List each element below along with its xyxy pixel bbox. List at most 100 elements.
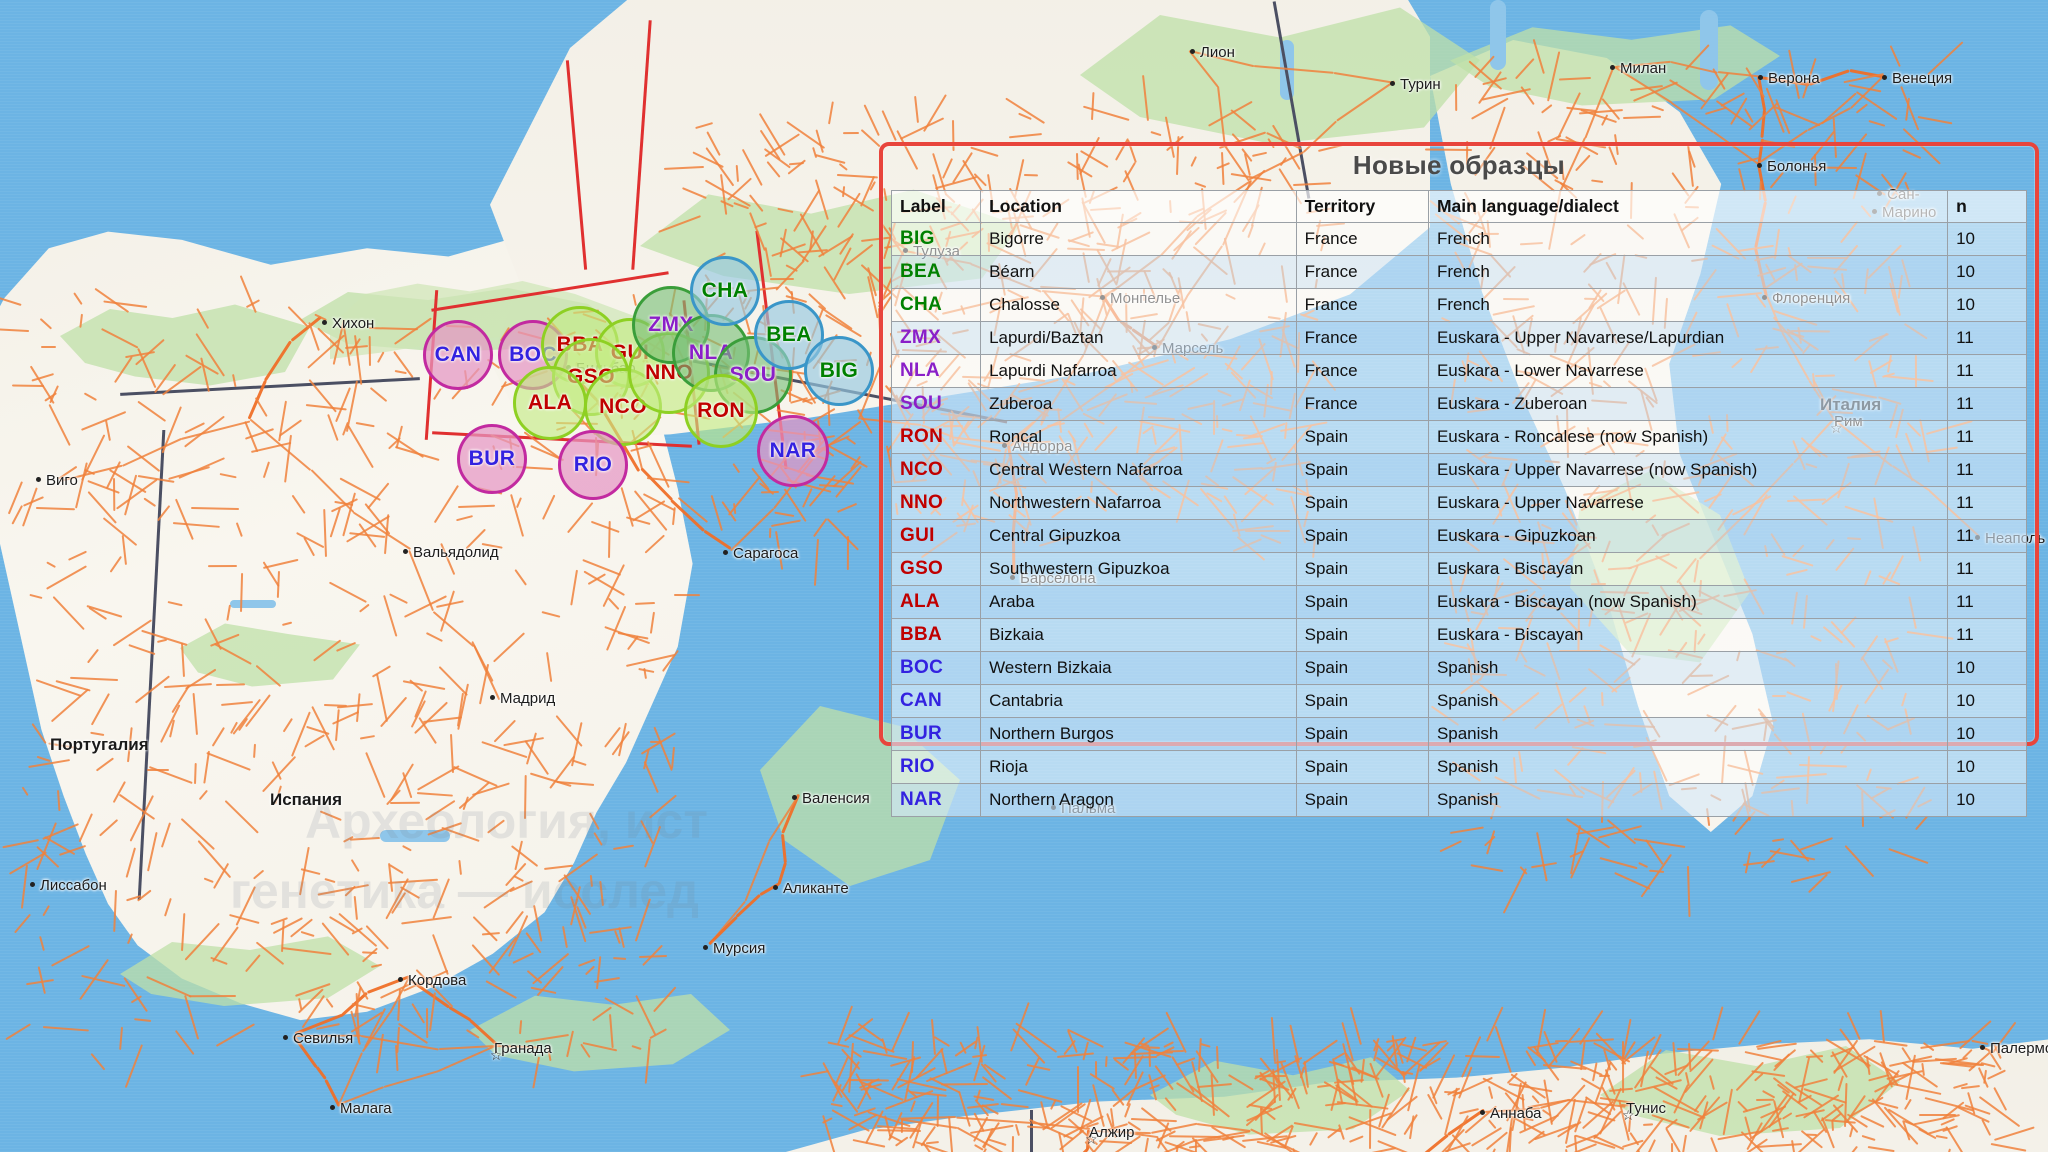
map-marker-cha[interactable]: CHA — [690, 256, 760, 326]
cell-n: 11 — [1948, 322, 2027, 355]
cell-label: BOC — [892, 652, 981, 685]
table-row: BIGBigorreFranceFrench10 — [892, 223, 2027, 256]
city-name: Аннаба — [1490, 1105, 1542, 1122]
city-name: Кордова — [408, 972, 466, 989]
map-marker-ala[interactable]: ALA — [513, 366, 587, 440]
cell-label: GUI — [892, 520, 981, 553]
map-marker-big[interactable]: BIG — [804, 336, 874, 406]
city-dot-icon — [792, 795, 797, 800]
table-row: ZMXLapurdi/BaztanFranceEuskara - Upper N… — [892, 322, 2027, 355]
road-segment — [1756, 1099, 1774, 1101]
map-marker-ron[interactable]: RON — [684, 374, 758, 448]
cell-location: Rioja — [981, 751, 1297, 784]
cell-territory: Spain — [1296, 718, 1428, 751]
cell-label: CHA — [892, 289, 981, 322]
cell-location: Central Western Nafarroa — [981, 454, 1297, 487]
map-marker-nar[interactable]: NAR — [757, 415, 829, 487]
samples-table-body: BIGBigorreFranceFrench10BEABéarnFranceFr… — [892, 223, 2027, 817]
city-label: Хихон — [322, 315, 374, 332]
samples-table: Label Location Territory Main language/d… — [891, 190, 2027, 817]
table-row: NLALapurdi NafarroaFranceEuskara - Lower… — [892, 355, 2027, 388]
cell-n: 11 — [1948, 487, 2027, 520]
city-name: Тунис — [1626, 1100, 1666, 1117]
marker-label: ALA — [528, 391, 572, 415]
city-name: Венеция — [1892, 70, 1952, 87]
cell-label: BUR — [892, 718, 981, 751]
cell-location: Western Bizkaia — [981, 652, 1297, 685]
table-header-row: Label Location Territory Main language/d… — [892, 191, 2027, 223]
city-name: Малага — [340, 1100, 392, 1117]
cell-language: Euskara - Roncalese (now Spanish) — [1428, 421, 1947, 454]
cell-label: NNO — [892, 487, 981, 520]
cell-language: French — [1428, 289, 1947, 322]
table-row: BURNorthern BurgosSpainSpanish10 — [892, 718, 2027, 751]
cell-n: 10 — [1948, 718, 2027, 751]
road-segment — [1599, 1075, 1610, 1077]
cell-location: Northwestern Nafarroa — [981, 487, 1297, 520]
road-segment — [368, 336, 370, 366]
city-name: Палермо — [1990, 1040, 2048, 1057]
city-dot-icon — [1610, 65, 1615, 70]
cell-n: 11 — [1948, 355, 2027, 388]
map-marker-rio[interactable]: RIO — [558, 430, 628, 500]
road-segment — [771, 278, 795, 280]
table-row: NCOCentral Western NafarroaSpainEuskara … — [892, 454, 2027, 487]
cell-n: 11 — [1948, 586, 2027, 619]
table-row: RONRoncalSpainEuskara - Roncalese (now S… — [892, 421, 2027, 454]
city-dot-icon — [1190, 49, 1195, 54]
cell-location: Araba — [981, 586, 1297, 619]
cell-n: 10 — [1948, 685, 2027, 718]
cell-territory: Spain — [1296, 553, 1428, 586]
road-segment — [769, 528, 771, 538]
cell-n: 11 — [1948, 520, 2027, 553]
cell-language: Spanish — [1428, 784, 1947, 817]
lake — [1490, 0, 1506, 70]
cell-territory: Spain — [1296, 619, 1428, 652]
cell-label: ALA — [892, 586, 981, 619]
city-name: Верона — [1768, 70, 1820, 87]
cell-n: 11 — [1948, 619, 2027, 652]
marker-label: CHA — [702, 279, 749, 303]
city-label: Кордова — [398, 972, 466, 989]
cell-location: Cantabria — [981, 685, 1297, 718]
column-header-label: Label — [892, 191, 981, 223]
cell-n: 10 — [1948, 751, 2027, 784]
border-north-africa — [1030, 1110, 1033, 1152]
city-name: Валенсия — [802, 790, 870, 807]
cell-territory: France — [1296, 223, 1428, 256]
panel-title: Новые образцы — [883, 150, 2035, 181]
cell-label: SOU — [892, 388, 981, 421]
map-marker-bur[interactable]: BUR — [457, 424, 527, 494]
cell-location: Northern Burgos — [981, 718, 1297, 751]
cell-language: Spanish — [1428, 751, 1947, 784]
column-header-territory: Territory — [1296, 191, 1428, 223]
road-segment — [1105, 1056, 1107, 1067]
city-dot-icon — [1390, 81, 1395, 86]
cell-territory: Spain — [1296, 685, 1428, 718]
map-marker-can[interactable]: CAN — [423, 320, 493, 390]
table-row: SOUZuberoaFranceEuskara - Zuberoan11 — [892, 388, 2027, 421]
table-row: RIORiojaSpainSpanish10 — [892, 751, 2027, 784]
cell-location: Southwestern Gipuzkoa — [981, 553, 1297, 586]
city-name: Милан — [1620, 60, 1666, 77]
city-dot-icon — [30, 882, 35, 887]
column-header-location: Location — [981, 191, 1297, 223]
cell-location: Chalosse — [981, 289, 1297, 322]
cell-location: Zuberoa — [981, 388, 1297, 421]
city-name: Мадрид — [500, 690, 555, 707]
cell-language: Euskara - Upper Navarrese (now Spanish) — [1428, 454, 1947, 487]
city-dot-icon — [322, 320, 327, 325]
table-row: BOCWestern BizkaiaSpainSpanish10 — [892, 652, 2027, 685]
cell-language: Euskara - Lower Navarrese — [1428, 355, 1947, 388]
city-name: Виго — [46, 472, 78, 489]
city-label: Верона — [1758, 70, 1820, 87]
cell-language: Spanish — [1428, 718, 1947, 751]
city-label: Севилья — [283, 1030, 353, 1047]
cell-label: NCO — [892, 454, 981, 487]
road-segment — [426, 1008, 428, 1038]
cell-location: Roncal — [981, 421, 1297, 454]
cell-language: Euskara - Biscayan (now Spanish) — [1428, 586, 1947, 619]
city-dot-icon — [330, 1105, 335, 1110]
city-dot-icon — [703, 945, 708, 950]
cell-location: Lapurdi Nafarroa — [981, 355, 1297, 388]
